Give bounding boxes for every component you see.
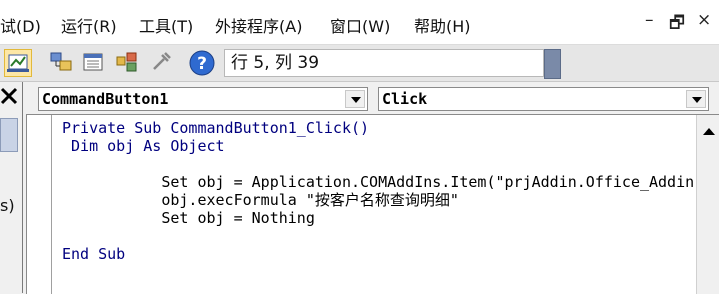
procedure-combo-value: Click (382, 90, 428, 108)
code-line[interactable]: Dim obj As Object (62, 137, 225, 155)
code-window-header: CommandButton1 Click (24, 82, 719, 114)
menu-tools[interactable]: 工具(T) (139, 13, 193, 37)
menu-bar: 试(D) 运行(R) 工具(T) 外接程序(A) 窗口(W) 帮助(H) – 🗗… (0, 0, 719, 45)
code-editor: Private Sub CommandButton1_Click() Dim o… (26, 114, 719, 294)
code-line[interactable]: End Sub (62, 245, 125, 263)
left-panel (0, 82, 24, 293)
restore-button[interactable]: 🗗 (669, 10, 685, 39)
svg-text:?: ? (197, 54, 207, 74)
menu-window[interactable]: 窗口(W) (330, 13, 390, 37)
chevron-down-icon[interactable] (345, 90, 365, 108)
toolbox-icon[interactable] (148, 49, 176, 77)
close-button[interactable]: × (697, 10, 711, 30)
code-line[interactable]: Private Sub CommandButton1_Click() (62, 119, 369, 137)
procedure-combo[interactable]: Click (378, 87, 709, 111)
menu-addins[interactable]: 外接程序(A) (215, 13, 302, 37)
code-area[interactable]: Private Sub CommandButton1_Click() Dim o… (52, 115, 696, 294)
object-browser-icon[interactable] (114, 49, 142, 77)
menu-run[interactable]: 运行(R) (61, 13, 117, 37)
chevron-down-icon[interactable] (686, 90, 706, 108)
close-icon[interactable] (0, 86, 18, 106)
code-gutter (27, 115, 52, 294)
cursor-position-status: 行 5, 列 39 (224, 49, 544, 77)
toolbar: ? 行 5, 列 39 (0, 45, 719, 82)
left-panel-text: s) (0, 196, 15, 215)
object-combo-value: CommandButton1 (42, 90, 169, 108)
scroll-up-icon[interactable] (699, 122, 719, 142)
toolbar-overflow-button[interactable] (544, 49, 561, 79)
divider (22, 82, 23, 293)
object-combo[interactable]: CommandButton1 (38, 87, 368, 111)
left-panel-scroll[interactable] (0, 118, 18, 152)
code-line[interactable]: Set obj = Nothing (62, 209, 315, 227)
project-explorer-icon[interactable] (48, 49, 76, 77)
code-line[interactable]: Set obj = Application.COMAddIns.Item("pr… (62, 173, 694, 191)
code-line[interactable]: obj.execFormula "按客户名称查询明细" (62, 191, 459, 209)
design-mode-icon[interactable] (4, 49, 32, 77)
properties-icon[interactable] (80, 49, 108, 77)
vertical-scrollbar[interactable] (696, 115, 719, 294)
menu-help[interactable]: 帮助(H) (414, 13, 471, 37)
menu-debug[interactable]: 试(D) (0, 13, 41, 37)
help-icon[interactable]: ? (188, 49, 216, 77)
minimize-button[interactable]: – (645, 10, 654, 30)
